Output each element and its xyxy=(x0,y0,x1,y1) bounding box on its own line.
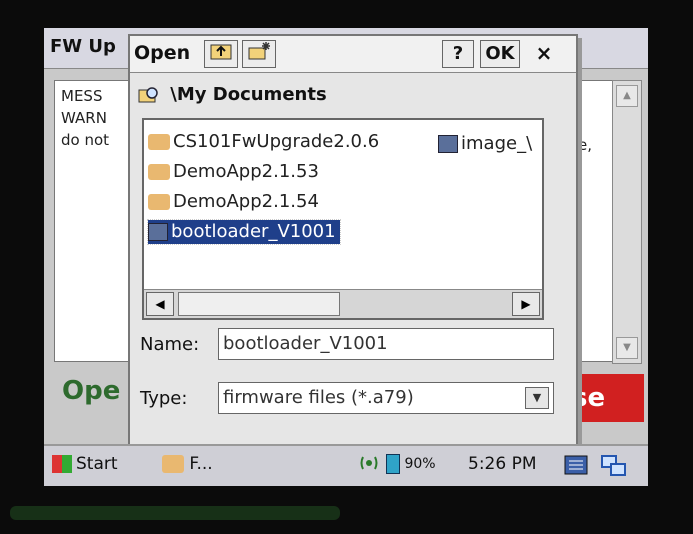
file-name: image_\ xyxy=(461,133,533,154)
battery-icon xyxy=(386,454,400,474)
folder-icon xyxy=(162,455,184,473)
start-button[interactable]: Start xyxy=(52,454,118,474)
name-label: Name: xyxy=(140,334,200,355)
signal-icon[interactable] xyxy=(358,454,380,479)
scroll-down-icon[interactable]: ▼ xyxy=(616,337,638,359)
folder-icon xyxy=(148,164,170,180)
battery-indicator[interactable]: 90% xyxy=(386,454,436,474)
type-label: Type: xyxy=(140,388,188,409)
horizontal-scrollbar[interactable]: ◀ ▶ xyxy=(144,289,542,318)
windows-switch-icon[interactable] xyxy=(600,454,628,483)
file-name: bootloader_V1001 xyxy=(171,221,336,242)
name-field[interactable]: bootloader_V1001 xyxy=(218,328,554,360)
bg-message-fragment: e, xyxy=(578,136,592,154)
list-item[interactable]: image_\ xyxy=(438,132,532,156)
input-panel-icon[interactable] xyxy=(564,454,588,481)
scroll-left-icon[interactable]: ◀ xyxy=(146,292,174,316)
scroll-right-icon[interactable]: ▶ xyxy=(512,292,540,316)
file-name: DemoApp2.1.53 xyxy=(173,161,319,182)
keyboard-icon xyxy=(564,455,588,475)
bg-scrollbar[interactable]: ▲ ▼ xyxy=(612,80,642,364)
help-button[interactable]: ? xyxy=(442,40,474,68)
bg-message-line: MESS xyxy=(61,87,103,105)
file-name: DemoApp2.1.54 xyxy=(173,191,319,212)
new-folder-icon xyxy=(248,42,270,60)
scroll-thumb[interactable] xyxy=(178,292,340,316)
open-dialog: Open ? OK × \My Documents CS101FwUpgrade… xyxy=(128,34,578,448)
type-value: firmware files (*.a79) xyxy=(223,387,414,408)
start-label: Start xyxy=(76,454,118,474)
folder-icon xyxy=(148,134,170,150)
bg-message-line: do not xyxy=(61,131,110,149)
device-bezel-glow xyxy=(10,506,340,520)
folder-icon xyxy=(148,194,170,210)
device-screen: FW Up MESS WARN do not e, ▲ ▼ Ope se Ope… xyxy=(44,28,648,486)
list-item[interactable]: CS101FwUpgrade2.0.6 xyxy=(148,130,379,154)
up-folder-icon xyxy=(210,44,232,60)
up-folder-button[interactable] xyxy=(204,40,238,68)
bg-app-title: FW Up xyxy=(50,36,116,57)
task-label: F... xyxy=(189,454,213,474)
clock[interactable]: 5:26 PM xyxy=(468,454,537,474)
list-item[interactable]: DemoApp2.1.53 xyxy=(148,160,319,184)
antenna-icon xyxy=(360,456,378,470)
folder-search-icon xyxy=(138,87,158,103)
bg-open-button[interactable]: Ope xyxy=(62,376,120,406)
dialog-titlebar: Open ? OK × xyxy=(130,36,576,73)
new-folder-button[interactable] xyxy=(242,40,276,68)
scroll-up-icon[interactable]: ▲ xyxy=(616,85,638,107)
list-item-selected[interactable]: bootloader_V1001 xyxy=(147,219,341,245)
list-item[interactable]: DemoApp2.1.54 xyxy=(148,190,319,214)
path-breadcrumb[interactable]: \My Documents xyxy=(138,84,327,105)
file-name: CS101FwUpgrade2.0.6 xyxy=(173,131,380,152)
file-list[interactable]: CS101FwUpgrade2.0.6 DemoApp2.1.53 DemoAp… xyxy=(142,118,544,320)
file-icon xyxy=(148,223,168,241)
ok-button[interactable]: OK xyxy=(480,40,520,68)
chevron-down-icon[interactable]: ▼ xyxy=(525,387,549,409)
path-text: \My Documents xyxy=(170,84,327,105)
taskbar: Start F... 90% 5:26 PM xyxy=(44,444,648,486)
file-icon xyxy=(438,135,458,153)
dialog-title: Open xyxy=(134,42,191,64)
windows-flag-icon xyxy=(52,455,72,473)
close-button[interactable]: × xyxy=(526,40,562,66)
cascade-windows-icon xyxy=(601,455,626,476)
battery-text: 90% xyxy=(404,456,436,472)
type-select[interactable]: firmware files (*.a79) ▼ xyxy=(218,382,554,414)
bg-message-line: WARN xyxy=(61,109,107,127)
taskbar-task[interactable]: F... xyxy=(162,454,213,474)
